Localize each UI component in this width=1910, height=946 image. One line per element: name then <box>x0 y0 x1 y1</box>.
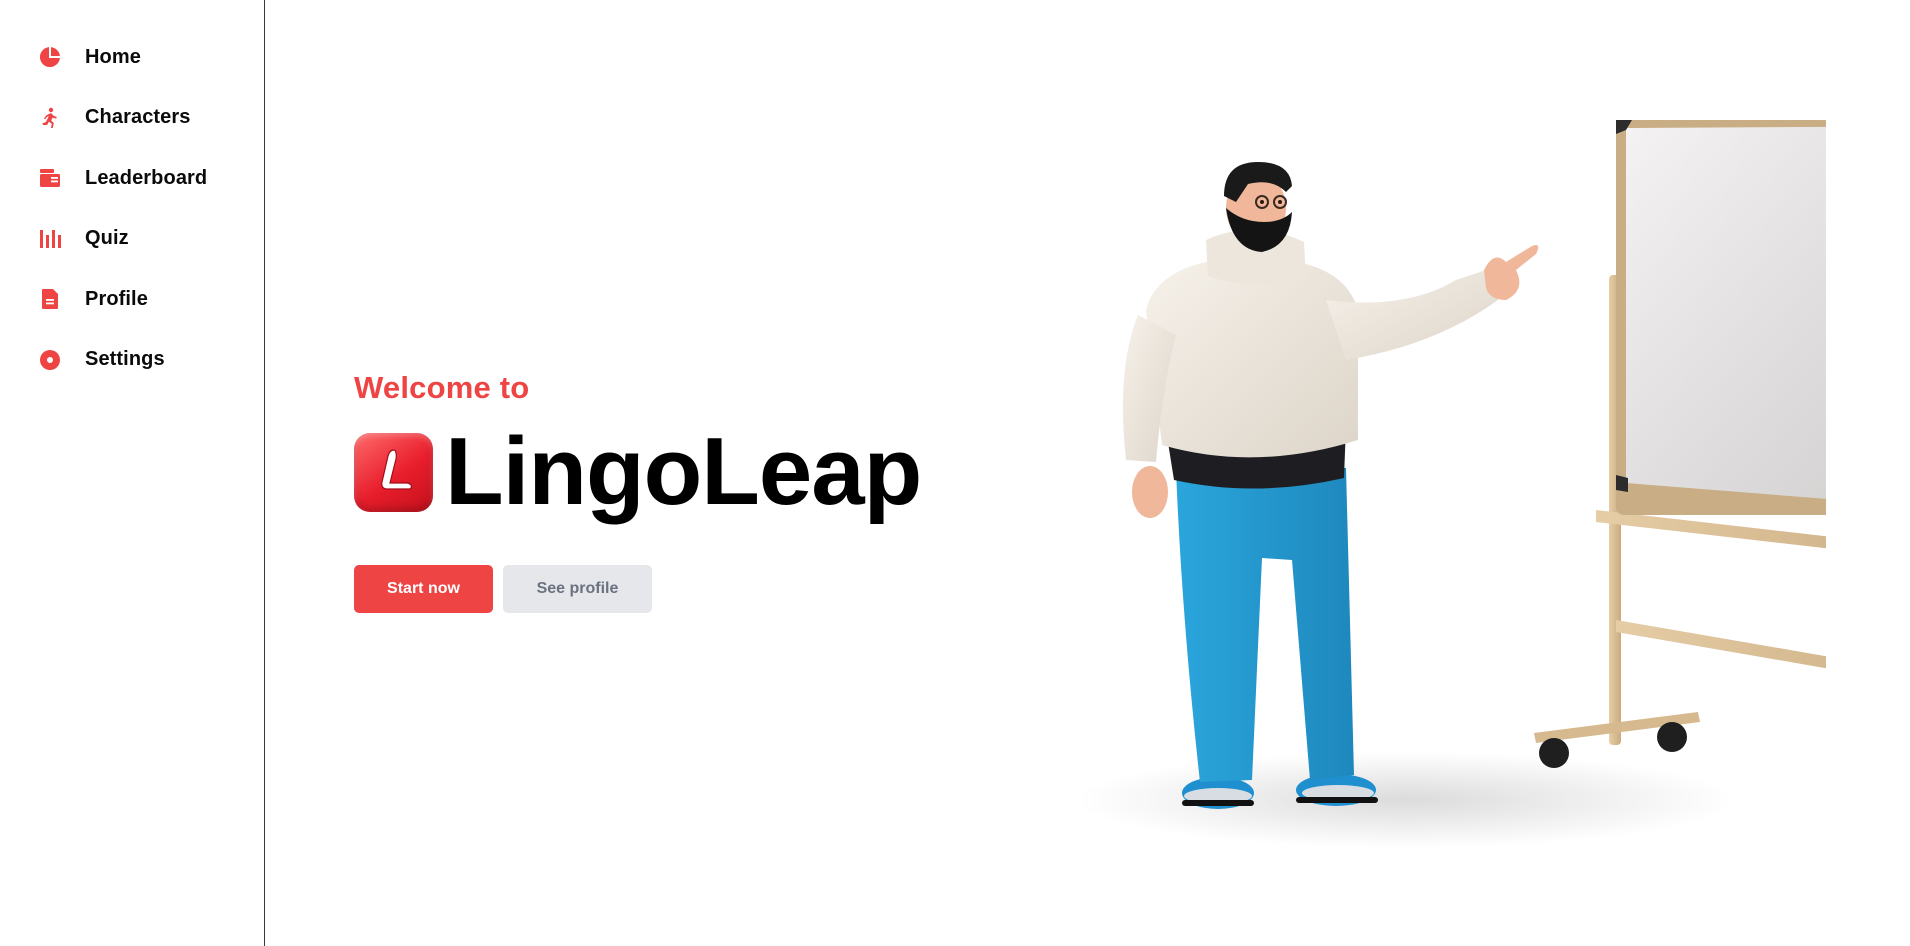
sidebar-item-home[interactable]: Home <box>0 27 264 88</box>
welcome-text: Welcome to <box>354 370 530 405</box>
sidebar-item-label: Profile <box>85 287 148 310</box>
running-figure-icon <box>37 105 63 131</box>
logo-letter-icon <box>380 449 412 490</box>
sidebar-item-leaderboard[interactable]: Leaderboard <box>0 148 264 209</box>
sidebar-item-profile[interactable]: Profile <box>0 269 264 330</box>
bars-icon <box>37 226 63 252</box>
app-root: Home Characters Leaderboard Quiz Profile… <box>0 0 1910 946</box>
pie-chart-icon <box>37 44 63 70</box>
hero: Welcome to LingoLeap Start now See profi… <box>354 370 922 613</box>
sidebar-item-settings[interactable]: Settings <box>0 330 264 391</box>
sidebar-item-label: Settings <box>85 348 165 371</box>
sidebar-item-label: Quiz <box>85 227 129 250</box>
brand-logo <box>354 432 433 512</box>
record-dot-icon <box>37 347 63 373</box>
sidebar-item-label: Home <box>85 45 141 68</box>
see-profile-button[interactable]: See profile <box>503 565 652 613</box>
sidebar-item-characters[interactable]: Characters <box>0 88 264 149</box>
sidebar-item-quiz[interactable]: Quiz <box>0 209 264 270</box>
teacher-whiteboard-illustration <box>986 100 1826 870</box>
sidebar: Home Characters Leaderboard Quiz Profile… <box>0 0 265 946</box>
brand: LingoLeap <box>354 418 922 525</box>
brand-name: LingoLeap <box>445 418 922 525</box>
hero-actions: Start now See profile <box>354 565 921 613</box>
document-icon <box>37 286 63 312</box>
sidebar-nav: Home Characters Leaderboard Quiz Profile… <box>0 0 264 390</box>
sidebar-item-label: Characters <box>85 106 191 129</box>
start-now-button[interactable]: Start now <box>354 565 493 613</box>
sidebar-item-label: Leaderboard <box>85 166 208 189</box>
list-card-icon <box>37 165 63 191</box>
main-content: Welcome to LingoLeap Start now See profi… <box>266 0 1910 946</box>
